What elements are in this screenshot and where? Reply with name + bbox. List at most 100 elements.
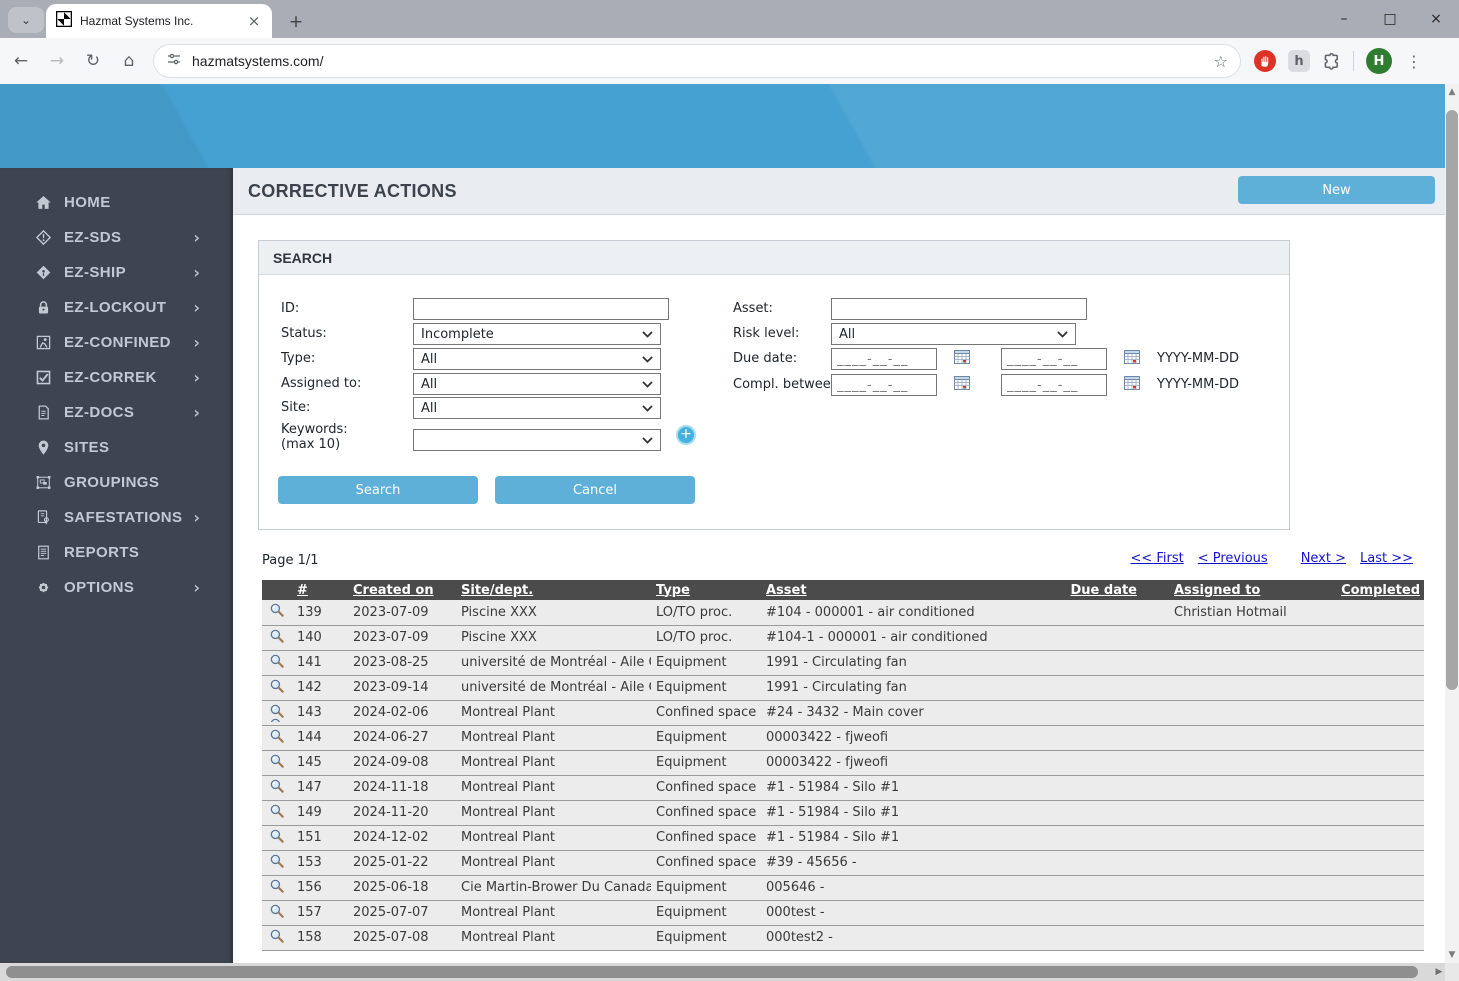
sidebar-item-label: SITES	[64, 439, 233, 456]
reload-button[interactable]: ↻	[78, 46, 108, 76]
window-maximize-button[interactable]: □	[1367, 0, 1413, 38]
view-row-magnifier-icon[interactable]	[262, 675, 292, 700]
view-row-magnifier-icon[interactable]	[262, 800, 292, 825]
vertical-scrollbar-thumb[interactable]	[1446, 110, 1458, 690]
col-header-num[interactable]: #	[292, 580, 348, 600]
cancel-button[interactable]: Cancel	[495, 476, 695, 504]
view-row-magnifier-icon[interactable]	[262, 850, 292, 875]
view-row-magnifier-icon[interactable]	[262, 875, 292, 900]
address-bar[interactable]: hazmatsystems.com/ ☆	[154, 45, 1240, 77]
vertical-scrollbar[interactable]: ▲ ▼	[1445, 84, 1459, 963]
sidebar-item-ez-sds[interactable]: EZ-SDS›	[0, 220, 233, 255]
col-header-due-date[interactable]: Due date	[1031, 580, 1141, 600]
view-row-magnifier-icon[interactable]	[262, 825, 292, 850]
view-row-magnifier-icon[interactable]	[262, 900, 292, 925]
view-row-magnifier-icon[interactable]	[262, 650, 292, 675]
sidebar-item-sites[interactable]: SITES	[0, 430, 233, 465]
view-row-magnifier-icon[interactable]	[262, 750, 292, 775]
tab-title: Hazmat Systems Inc.	[80, 14, 238, 28]
horizontal-scrollbar[interactable]: ▶	[0, 963, 1459, 981]
col-header-completed[interactable]: Completed	[1321, 580, 1424, 600]
calendar-icon[interactable]	[954, 375, 970, 394]
sidebar-item-groupings[interactable]: GROUPINGS	[0, 465, 233, 500]
url-text: hazmatsystems.com/	[192, 53, 1204, 69]
sidebar-item-label: HOME	[64, 194, 233, 211]
col-header-site-dept[interactable]: Site/dept.	[456, 580, 651, 600]
scroll-down-icon[interactable]: ▼	[1445, 947, 1459, 963]
sidebar-item-ez-correk[interactable]: EZ-CORREK›	[0, 360, 233, 395]
tab-search-button[interactable]: ⌄	[8, 7, 44, 33]
chevron-right-icon: ›	[193, 508, 200, 527]
keywords-select[interactable]	[413, 429, 661, 451]
horizontal-scrollbar-thumb[interactable]	[6, 966, 1418, 978]
new-tab-button[interactable]: +	[284, 10, 308, 34]
forward-button[interactable]: →	[42, 46, 72, 76]
view-row-magnifier-icon[interactable]	[262, 625, 292, 650]
sidebar-item-reports[interactable]: REPORTS	[0, 535, 233, 570]
cell-completed	[1321, 900, 1424, 925]
view-row-magnifier-icon[interactable]	[262, 925, 292, 950]
sidebar-item-ez-confined[interactable]: EZ-CONFINED›	[0, 325, 233, 360]
scroll-up-icon[interactable]: ▲	[1445, 84, 1459, 100]
site-info-icon[interactable]	[166, 51, 182, 71]
cell-created-on: 2024-09-08	[348, 750, 456, 775]
cell-due-date	[1031, 800, 1141, 825]
view-row-magnifier-icon[interactable]	[262, 725, 292, 750]
due-date-to-input[interactable]	[1001, 348, 1107, 370]
extension-letter-icon[interactable]: h	[1288, 50, 1310, 72]
pagination-next-link[interactable]: Next >	[1301, 551, 1346, 566]
col-header-asset[interactable]: Asset	[761, 580, 1031, 600]
risk-level-select[interactable]: All	[831, 323, 1076, 345]
sidebar-item-ez-ship[interactable]: EZ-SHIP›	[0, 255, 233, 290]
site-select[interactable]: All	[413, 397, 661, 419]
window-close-button[interactable]: ×	[1413, 0, 1459, 38]
calendar-icon[interactable]	[1124, 349, 1140, 368]
browser-tab[interactable]: Hazmat Systems Inc. ×	[46, 4, 272, 38]
col-header-created-on[interactable]: Created on	[348, 580, 456, 600]
add-keyword-button[interactable]: +	[676, 425, 696, 445]
due-date-from-input[interactable]	[831, 348, 937, 370]
sidebar-item-home[interactable]: HOME	[0, 185, 233, 220]
search-button[interactable]: Search	[278, 476, 478, 504]
sidebar-item-ez-docs[interactable]: EZ-DOCS›	[0, 395, 233, 430]
sidebar-item-label: EZ-CONFINED	[64, 334, 193, 351]
col-header-assigned-to[interactable]: Assigned to	[1141, 580, 1321, 600]
tab-close-icon[interactable]: ×	[246, 12, 262, 30]
completed-from-input[interactable]	[831, 374, 937, 396]
cell-completed	[1321, 825, 1424, 850]
pagination-last-link[interactable]: Last >>	[1360, 551, 1413, 566]
bookmark-star-icon[interactable]: ☆	[1214, 52, 1228, 71]
extensions-puzzle-icon[interactable]	[1322, 52, 1341, 71]
id-input[interactable]	[413, 298, 669, 320]
chevron-right-icon: ›	[193, 333, 200, 352]
back-button[interactable]: ←	[6, 46, 36, 76]
calendar-icon[interactable]	[1124, 375, 1140, 394]
table-header-row: # Created on Site/dept. Type Asset Due d…	[262, 580, 1424, 600]
safestation-icon	[33, 509, 54, 526]
new-button[interactable]: New	[1238, 176, 1435, 204]
cell-assigned-to	[1141, 925, 1321, 950]
table-row: 1402023-07-09Piscine XXXLO/TO proc.#104-…	[262, 625, 1424, 650]
pagination-previous-link[interactable]: < Previous	[1198, 551, 1268, 566]
cell-asset: #1 - 51984 - Silo #1	[761, 775, 1031, 800]
sidebar-item-ez-lockout[interactable]: EZ-LOCKOUT›	[0, 290, 233, 325]
calendar-icon[interactable]	[954, 349, 970, 368]
sidebar-item-safestations[interactable]: SAFESTATIONS›	[0, 500, 233, 535]
sidebar-item-options[interactable]: OPTIONS›	[0, 570, 233, 605]
profile-avatar[interactable]: H	[1366, 48, 1392, 74]
browser-menu-icon[interactable]: ⋮	[1402, 52, 1426, 71]
home-button[interactable]: ⌂	[114, 46, 144, 76]
view-row-magnifier-icon[interactable]	[262, 600, 292, 625]
type-select[interactable]: All	[413, 348, 661, 370]
window-minimize-button[interactable]: –	[1321, 0, 1367, 38]
completed-to-input[interactable]	[1001, 374, 1107, 396]
browser-tab-strip: ⌄ Hazmat Systems Inc. × + – □ ×	[0, 0, 1459, 38]
view-row-magnifier-icon[interactable]	[262, 775, 292, 800]
asset-input[interactable]	[831, 298, 1087, 320]
assigned-to-select[interactable]: All	[413, 373, 661, 395]
adblock-extension-icon[interactable]	[1254, 50, 1276, 72]
cell-assigned-to	[1141, 875, 1321, 900]
pagination-first-link[interactable]: << First	[1130, 551, 1183, 566]
col-header-type[interactable]: Type	[651, 580, 761, 600]
status-select[interactable]: Incomplete	[413, 323, 661, 345]
